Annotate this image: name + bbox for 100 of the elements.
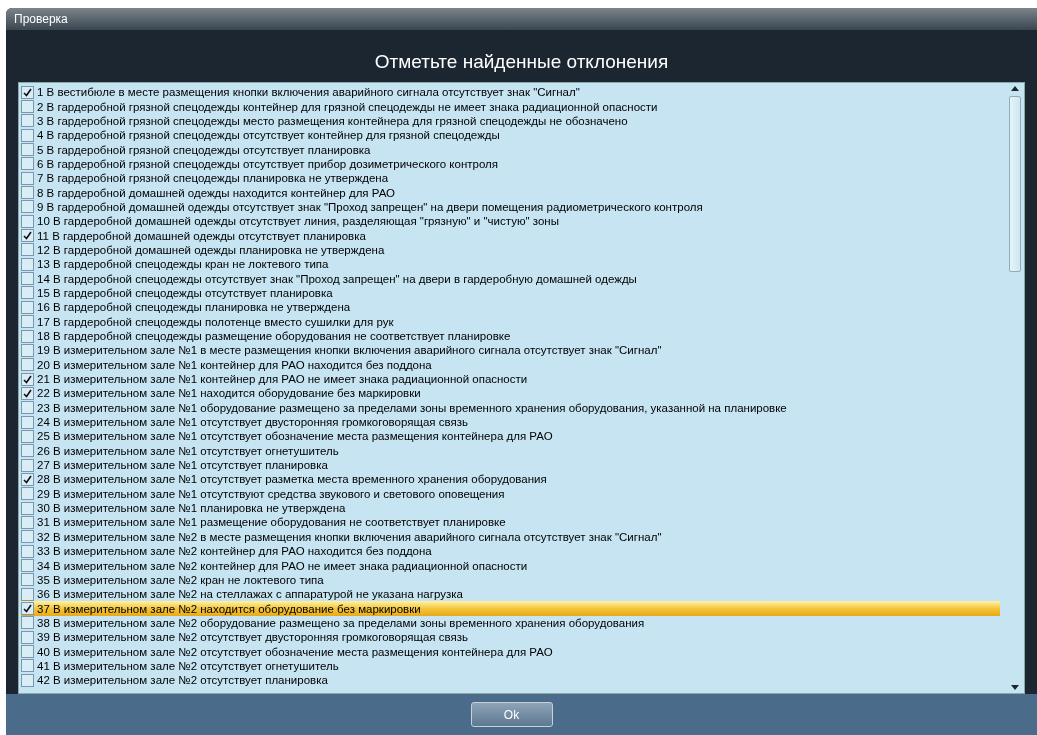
checklist-item[interactable]: 6 В гардеробной грязной спецодежды отсутствует прибор дозиметрического контроля [21, 156, 1000, 172]
checklist-item[interactable]: 26 В измерительном зале №1 отсутствует огнетушитель [21, 443, 1000, 458]
checklist-item[interactable]: 19 В измерительном зале №1 в месте размещения кнопки включения аварийного сигнала отсутствует знак "Сигнал" [21, 343, 1000, 358]
checkbox[interactable] [21, 329, 34, 343]
checklist-item[interactable]: 22 В измерительном зале №1 находится оборудование без маркировки [21, 386, 1000, 401]
checklist-item[interactable]: 40 В измерительном зале №2 отсутствует обозначение места размещения контейнера для РАО [21, 644, 1000, 659]
checklist-item[interactable]: 30 В измерительном зале №1 планировка не утверждена [21, 500, 1000, 516]
checkbox[interactable] [21, 100, 34, 113]
item-label: 12 В гардеробной домашней одежды планировка не утверждена [37, 242, 385, 257]
checklist-item[interactable]: 4 В гардеробной грязной спецодежды отсутствует контейнер для грязной спецодежды [21, 128, 1000, 143]
checklist-item[interactable]: 25 В измерительном зале №1 отсутствует обозначение места размещения контейнера для РАО [21, 429, 1000, 444]
checklist-item[interactable]: 32 В измерительном зале №2 в месте размещения кнопки включения аварийного сигнала отсутствует знак "Сигнал" [21, 529, 1000, 544]
checkbox[interactable] [21, 315, 34, 329]
item-label: 21 В измерительном зале №1 контейнер для РАО не имеет знака радиационной опасности [37, 372, 528, 387]
checkbox[interactable] [21, 573, 34, 587]
checklist-item[interactable]: 36 В измерительном зале №2 на стеллажах с аппаратурой не указана нагрузка [21, 587, 1000, 602]
checklist-item[interactable]: 27 В измерительном зале №1 отсутствует планировка [21, 457, 1000, 473]
checkbox[interactable] [21, 114, 34, 128]
checkbox[interactable] [21, 616, 34, 630]
checkbox[interactable] [21, 200, 34, 214]
checkbox[interactable] [21, 472, 34, 486]
checklist-item[interactable]: 34 В измерительном зале №2 контейнер для РАО не имеет знака радиационной опасности [21, 558, 1000, 573]
checklist-item[interactable]: 31 В измерительном зале №1 размещение оборудования не соответствует планировке [21, 515, 1000, 530]
checklist-item[interactable]: 17 В гардеробной спецодежды полотенце вместо сушилки для рук [21, 314, 1000, 329]
checkbox[interactable] [21, 458, 34, 472]
checklist-item[interactable]: 3 В гардеробной грязной спецодежды место размещения контейнера для грязной спецодежды не обозначено [21, 113, 1000, 129]
checkbox[interactable] [21, 171, 34, 185]
checklist-item[interactable]: 12 В гардеробной домашней одежды планировка не утверждена [21, 242, 1000, 258]
checkbox[interactable] [21, 343, 34, 357]
checkbox[interactable] [21, 444, 34, 458]
checkbox[interactable] [21, 300, 34, 314]
item-label: 24 В измерительном зале №1 отсутствует двусторонняя громкоговорящая связь [37, 415, 468, 430]
checklist-item[interactable]: 23 В измерительном зале №1 оборудование размещено за пределами зоны временного хранения оборудования, указанной на планировке [21, 400, 1000, 415]
checkbox[interactable] [21, 272, 34, 286]
checklist-item[interactable]: 14 В гардеробной спецодежды отсутствует знак "Проход запрещен" на двери в гардеробную домашней одежды [21, 271, 1000, 286]
checklist-item[interactable]: 2 В гардеробной грязной спецодежды контейнер для грязной спецодежды не имеет знака радиационной опасности [21, 99, 1000, 114]
checkbox[interactable] [21, 487, 34, 501]
checkbox[interactable] [21, 128, 34, 142]
item-label: 3 В гардеробной грязной спецодежды место размещения контейнера для грязной спецодежды не обозначено [37, 113, 628, 128]
checklist-item[interactable]: 20 В измерительном зале №1 контейнер для РАО находится без поддона [21, 357, 1000, 372]
checkbox[interactable] [21, 530, 34, 544]
scrollbar-thumb[interactable] [1009, 96, 1021, 272]
checklist-item[interactable]: 28 В измерительном зале №1 отсутствует разметка места временного хранения оборудования [21, 472, 1000, 487]
checklist-item[interactable]: 24 В измерительном зале №1 отсутствует двусторонняя громкоговорящая связь [21, 414, 1000, 430]
checklist-item[interactable]: 7 В гардеробной грязной спецодежды планировка не утверждена [21, 171, 1000, 186]
checklist-item[interactable]: 11 В гардеробной домашней одежды отсутствует планировка [21, 228, 1000, 243]
item-label: 22 В измерительном зале №1 находится оборудование без маркировки [37, 386, 421, 401]
checklist-item[interactable]: 18 В гардеробной спецодежды размещение оборудования не соответствует планировке [21, 328, 1000, 344]
item-label: 31 В измерительном зале №1 размещение оборудования не соответствует планировке [37, 515, 506, 530]
item-label: 9 В гардеробной домашней одежды отсутствует знак "Проход запрещен" на двери помещения радиометрического контроля [37, 199, 703, 214]
checkbox[interactable] [21, 673, 34, 687]
checkbox[interactable] [21, 544, 34, 558]
checklist-item[interactable]: 10 В гардеробной домашней одежды отсутствует линия, разделяющая "грязную" и "чистую" зоны [21, 214, 1000, 229]
checkbox[interactable] [21, 630, 34, 644]
checkbox[interactable] [21, 501, 34, 515]
checklist-item[interactable]: 21 В измерительном зале №1 контейнер для РАО не имеет знака радиационной опасности [21, 371, 1000, 387]
checkbox[interactable] [21, 659, 34, 673]
checkbox[interactable] [21, 516, 34, 529]
checkbox[interactable] [21, 401, 34, 415]
checkbox[interactable] [21, 157, 34, 171]
scroll-down-arrow-icon[interactable] [1011, 685, 1019, 690]
checkbox[interactable] [21, 386, 34, 400]
checklist-item[interactable]: 35 В измерительном зале №2 кран не локтевого типа [21, 572, 1000, 588]
checkbox[interactable] [21, 372, 34, 386]
checklist-item[interactable]: 9 В гардеробной домашней одежды отсутствует знак "Проход запрещен" на двери помещения радиометрического контроля [21, 199, 1000, 215]
checkbox[interactable] [21, 229, 34, 243]
item-label: 28 В измерительном зале №1 отсутствует разметка места временного хранения оборудования [37, 472, 547, 487]
checklist-item[interactable]: 8 В гардеробной домашней одежды находится контейнер для РАО [21, 185, 1000, 200]
checklist-item[interactable]: 16 В гардеробной спецодежды планировка не утверждена [21, 300, 1000, 315]
checkbox[interactable] [21, 602, 34, 616]
checklist-item[interactable]: 37 В измерительном зале №2 находится оборудование без маркировки [21, 601, 1000, 616]
checklist-item[interactable]: 38 В измерительном зале №2 оборудование размещено за пределами зоны временного хранения оборудования [21, 615, 1000, 631]
checklist-item[interactable]: 1 В вестибюле в месте размещения кнопки включения аварийного сигнала отсутствует знак "Сигнал" [21, 85, 1000, 100]
checkbox[interactable] [21, 559, 34, 572]
checklist-item[interactable]: 29 В измерительном зале №1 отсутствуют средства звукового и светового оповещения [21, 486, 1000, 501]
checklist-item[interactable]: 5 В гардеробной грязной спецодежды отсутствует планировка [21, 142, 1000, 157]
checklist-item[interactable]: 13 В гардеробной спецодежды кран не локтевого типа [21, 257, 1000, 272]
checklist-item[interactable]: 42 В измерительном зале №2 отсутствует планировка [21, 673, 1000, 688]
checkbox[interactable] [21, 286, 34, 300]
checkbox[interactable] [21, 587, 34, 601]
item-label: 6 В гардеробной грязной спецодежды отсутствует прибор дозиметрического контроля [37, 156, 498, 171]
checklist-item[interactable]: 15 В гардеробной спецодежды отсутствует планировка [21, 285, 1000, 301]
checkbox[interactable] [21, 429, 34, 443]
item-label: 40 В измерительном зале №2 отсутствует обозначение места размещения контейнера для РАО [37, 644, 553, 659]
checkbox[interactable] [21, 243, 34, 257]
checkbox[interactable] [21, 358, 34, 372]
checklist-item[interactable]: 41 В измерительном зале №2 отсутствует огнетушитель [21, 658, 1000, 674]
checkbox[interactable] [21, 186, 34, 200]
checklist-item[interactable]: 33 В измерительном зале №2 контейнер для РАО находится без поддона [21, 544, 1000, 559]
item-label: 41 В измерительном зале №2 отсутствует огнетушитель [37, 658, 339, 673]
ok-button[interactable]: Ok [470, 702, 553, 727]
item-label: 7 В гардеробной грязной спецодежды планировка не утверждена [37, 171, 389, 186]
checkbox[interactable] [21, 85, 34, 99]
checklist-item[interactable]: 39 В измерительном зале №2 отсутствует двусторонняя громкоговорящая связь [21, 630, 1000, 645]
checkbox[interactable] [21, 415, 34, 429]
scroll-up-arrow-icon[interactable] [1011, 86, 1019, 91]
checkbox[interactable] [21, 257, 34, 271]
checkbox[interactable] [21, 143, 34, 157]
checkbox[interactable] [21, 645, 34, 659]
checkbox[interactable] [21, 214, 34, 228]
